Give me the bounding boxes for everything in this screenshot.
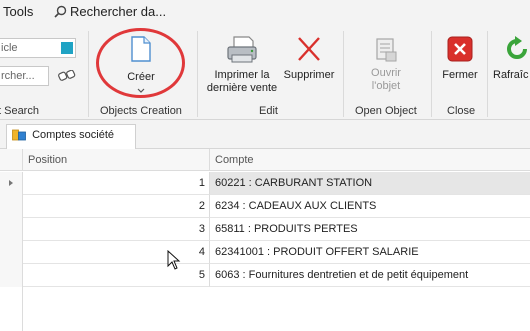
tab-label: Comptes société bbox=[32, 129, 114, 141]
print-last-sale-button[interactable]: Imprimer la dernière vente bbox=[205, 35, 279, 95]
ribbon-separator bbox=[487, 31, 488, 117]
group-label-close: Close bbox=[447, 105, 476, 117]
group-label-edit: Edit bbox=[259, 105, 278, 117]
menu-search[interactable]: Rechercher da... bbox=[54, 4, 166, 19]
document-tab-strip: Comptes société bbox=[0, 121, 530, 149]
ribbon-separator bbox=[343, 31, 344, 117]
ribbon-separator bbox=[431, 31, 432, 117]
cell-position[interactable]: 5 bbox=[23, 264, 210, 287]
row-indicator[interactable] bbox=[0, 172, 23, 195]
delete-x-icon bbox=[298, 37, 320, 61]
column-header-position[interactable]: Position bbox=[23, 149, 210, 171]
row-indicator[interactable] bbox=[0, 264, 23, 287]
ribbon-separator bbox=[197, 31, 198, 117]
menu-tools[interactable]: Tools bbox=[3, 4, 33, 19]
table-row[interactable]: 2 6234 : CADEAUX AUX CLIENTS bbox=[0, 195, 530, 218]
cell-compte[interactable]: 65811 : PRODUITS PERTES bbox=[210, 218, 530, 241]
table-row[interactable]: 5 6063 : Fournitures dentretien et de pe… bbox=[0, 264, 530, 287]
tab-comptes-societe[interactable]: Comptes société bbox=[6, 124, 136, 149]
cell-position[interactable]: 2 bbox=[23, 195, 210, 218]
printer-icon bbox=[227, 36, 257, 63]
search-icon bbox=[54, 5, 67, 18]
table-row[interactable]: 1 60221 : CARBURANT STATION bbox=[0, 172, 530, 195]
cell-compte[interactable]: 6234 : CADEAUX AUX CLIENTS bbox=[210, 195, 530, 218]
color-square-icon bbox=[61, 42, 73, 54]
ribbon-search-field[interactable]: rcher... bbox=[0, 66, 49, 86]
refresh-icon bbox=[507, 36, 527, 59]
accounts-grid: Position Compte 1 60221 : CARBURANT STAT… bbox=[0, 149, 530, 331]
print-label-line1: Imprimer la bbox=[214, 69, 270, 81]
close-icon bbox=[447, 36, 473, 62]
row-indicator-arrow-icon bbox=[9, 180, 13, 186]
cell-position[interactable]: 1 bbox=[23, 172, 210, 195]
group-label-objects-creation: Objects Creation bbox=[100, 105, 182, 117]
ribbon-separator bbox=[88, 31, 89, 117]
grid-empty-indicator-area bbox=[0, 287, 23, 331]
menu-search-label: Rechercher da... bbox=[70, 4, 167, 19]
header-indicator-cell bbox=[0, 149, 23, 171]
delete-label: Supprimer bbox=[283, 69, 335, 81]
ribbon: icle rcher... t Search Créer Objects Cre… bbox=[0, 25, 530, 120]
print-label-line2: dernière vente bbox=[206, 82, 278, 94]
ribbon-search-field-text: rcher... bbox=[1, 70, 35, 82]
table-row[interactable]: 3 65811 : PRODUITS PERTES bbox=[0, 218, 530, 241]
cell-compte[interactable]: 62341001 : PRODUIT OFFERT SALARIE bbox=[210, 241, 530, 264]
delete-button[interactable]: Supprimer bbox=[283, 35, 335, 82]
open-label-line2: l'objet bbox=[371, 80, 401, 92]
group-label-open-object: Open Object bbox=[355, 105, 417, 117]
red-circle-annotation bbox=[96, 28, 185, 98]
open-label-line1: Ouvrir bbox=[371, 67, 401, 79]
row-indicator[interactable] bbox=[0, 218, 23, 241]
close-button[interactable]: Fermer bbox=[438, 35, 482, 82]
binoculars-icon[interactable] bbox=[58, 70, 76, 82]
cell-compte[interactable]: 6063 : Fournitures dentretien et de peti… bbox=[210, 264, 530, 287]
open-object-button[interactable]: Ouvrir l'objet bbox=[356, 35, 416, 93]
refresh-button[interactable]: Rafraîc bbox=[493, 35, 530, 82]
ribbon-article-field-text: icle bbox=[1, 42, 18, 54]
refresh-label: Rafraîc bbox=[493, 69, 529, 81]
cell-position[interactable]: 4 bbox=[23, 241, 210, 264]
group-label-search: t Search bbox=[0, 105, 39, 117]
grid-header: Position Compte bbox=[0, 149, 530, 171]
menu-bar: Tools Rechercher da... bbox=[0, 0, 530, 25]
close-label: Fermer bbox=[442, 69, 478, 81]
mouse-cursor-icon bbox=[167, 250, 181, 270]
cell-position[interactable]: 3 bbox=[23, 218, 210, 241]
ribbon-article-field[interactable]: icle bbox=[0, 38, 76, 58]
cell-compte[interactable]: 60221 : CARBURANT STATION bbox=[210, 172, 530, 195]
row-indicator[interactable] bbox=[0, 195, 23, 218]
column-header-compte[interactable]: Compte bbox=[210, 149, 530, 171]
folder-tab-icon bbox=[12, 129, 26, 141]
row-indicator[interactable] bbox=[0, 241, 23, 264]
table-row[interactable]: 4 62341001 : PRODUIT OFFERT SALARIE bbox=[0, 241, 530, 264]
open-object-icon bbox=[376, 38, 397, 62]
